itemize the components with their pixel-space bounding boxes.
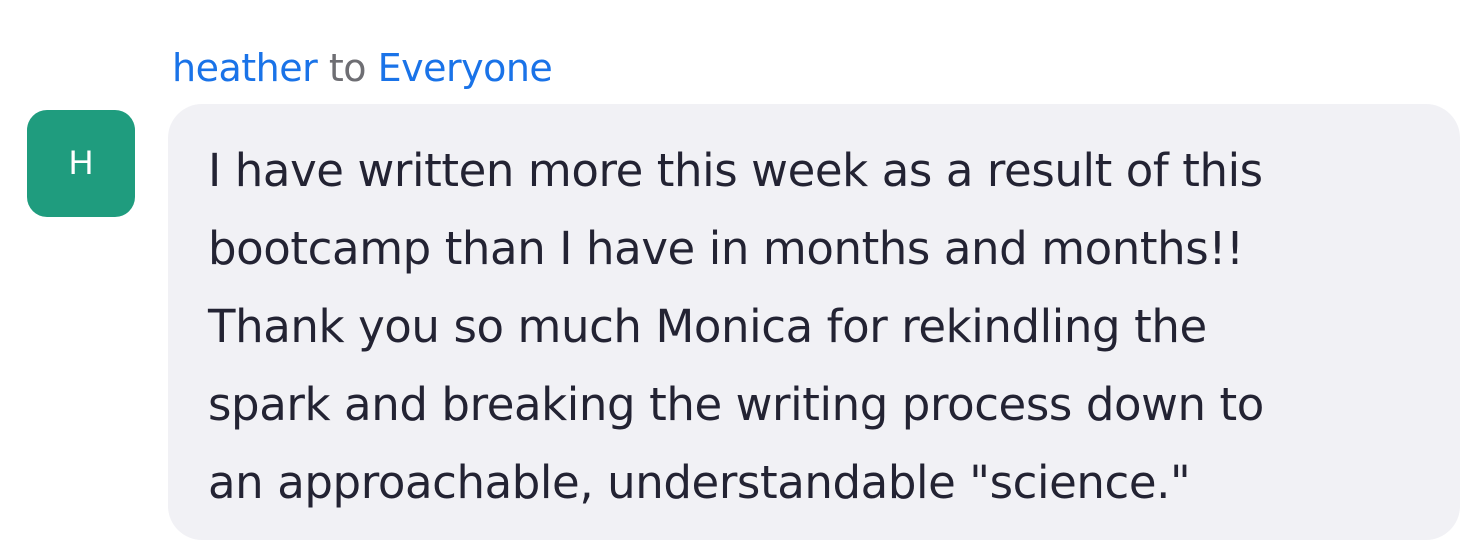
to-label: to <box>328 46 367 90</box>
recipient-name[interactable]: Everyone <box>378 46 553 90</box>
message-text-line: spark and breaking the writing process d… <box>208 378 1264 431</box>
message-text-line: I have written more this week as a resul… <box>208 144 1263 197</box>
avatar[interactable]: H <box>27 110 135 217</box>
message-text-line: Thank you so much Monica for rekindling … <box>208 300 1207 353</box>
avatar-initial: H <box>68 144 94 182</box>
chat-message: heather to Everyone H I have written mor… <box>0 0 1467 542</box>
message-text-line: bootcamp than I have in months and month… <box>208 222 1244 275</box>
message-header: heather to Everyone <box>172 42 553 94</box>
sender-name[interactable]: heather <box>172 46 318 90</box>
message-bubble[interactable]: I have written more this week as a resul… <box>168 104 1460 540</box>
message-text-line: an approachable, understandable "science… <box>208 456 1191 509</box>
